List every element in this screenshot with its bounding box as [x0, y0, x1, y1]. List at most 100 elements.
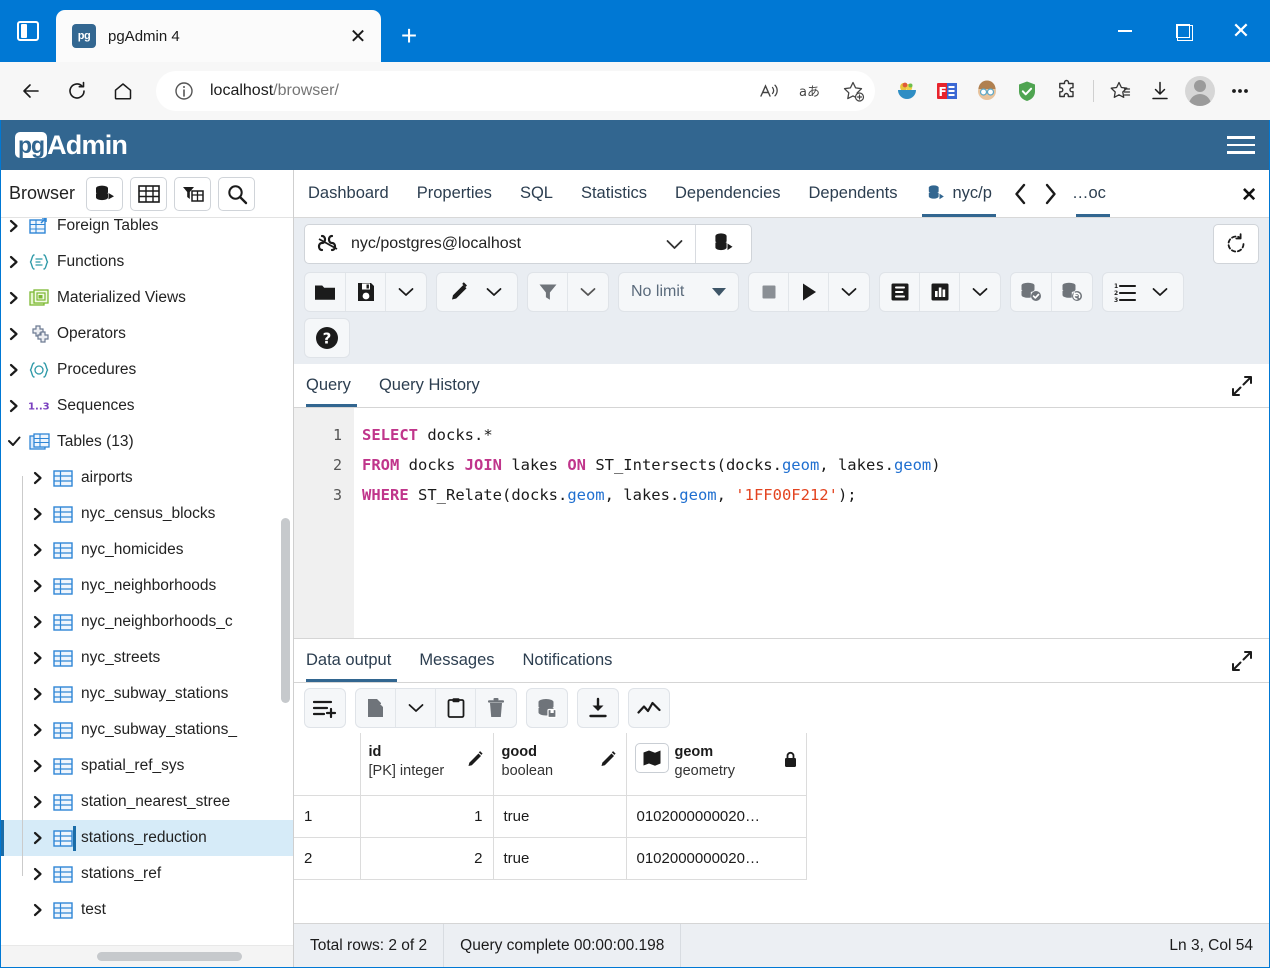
add-favorite-icon[interactable] [837, 75, 869, 107]
column-header-good[interactable]: good boolean [493, 733, 627, 796]
tree-item[interactable]: Procedures [1, 352, 293, 388]
cell-good[interactable]: true [493, 795, 627, 838]
tab-statistics[interactable]: Statistics [567, 170, 661, 217]
macros-list-icon[interactable]: 123 [1103, 273, 1143, 311]
download-icon[interactable] [578, 689, 618, 727]
translate-icon[interactable]: aあ [795, 75, 827, 107]
tab-sql[interactable]: SQL [506, 170, 567, 217]
chevron-right-icon[interactable] [31, 795, 45, 809]
browser-tab-close-icon[interactable]: ✕ [343, 21, 373, 51]
chevron-down-icon[interactable] [1143, 273, 1183, 311]
row-limit-select[interactable]: No limit [618, 272, 740, 312]
fruit-bowl-icon[interactable] [887, 71, 927, 111]
expand-panel-icon[interactable] [1231, 375, 1253, 397]
chevron-right-icon[interactable] [7, 255, 21, 269]
site-info-icon[interactable] [168, 75, 200, 107]
tree-item[interactable]: nyc_subway_stations_ [1, 712, 293, 748]
chevron-right-icon[interactable] [31, 687, 45, 701]
tree-item[interactable]: spatial_ref_sys [1, 748, 293, 784]
grid-icon[interactable] [130, 176, 168, 211]
connection-selector[interactable]: nyc/postgres@localhost [304, 224, 752, 264]
chevron-right-icon[interactable] [31, 903, 45, 917]
chevron-down-icon[interactable] [655, 239, 695, 250]
database-icon[interactable] [694, 225, 751, 263]
editor-tab-query[interactable]: Query [306, 364, 365, 407]
tree-item[interactable]: Materialized Views [1, 280, 293, 316]
new-tab-button[interactable]: + [389, 16, 429, 56]
cell-rownum[interactable]: 1 [294, 795, 361, 838]
chevron-right-icon[interactable] [7, 363, 21, 377]
graph-visualiser-icon[interactable] [629, 689, 669, 727]
chevron-right-icon[interactable] [31, 507, 45, 521]
pencil-icon[interactable] [600, 743, 618, 769]
home-button[interactable] [102, 70, 144, 112]
tabs-next-arrow[interactable] [1036, 170, 1066, 217]
chevron-right-icon[interactable] [31, 579, 45, 593]
search-icon[interactable] [218, 176, 256, 211]
tab-properties[interactable]: Properties [403, 170, 506, 217]
chevron-right-icon[interactable] [7, 399, 21, 413]
save-file-icon[interactable] [346, 273, 386, 311]
read-aloud-icon[interactable] [753, 75, 785, 107]
tree-item[interactable]: Operators [1, 316, 293, 352]
filter-grid-icon[interactable] [174, 176, 212, 211]
object-explorer-icon[interactable] [86, 176, 124, 211]
chevron-down-icon[interactable] [960, 273, 1000, 311]
tree-item[interactable]: airports [1, 460, 293, 496]
cell-id[interactable]: 1 [360, 795, 494, 838]
tree-item[interactable]: test [1, 892, 293, 928]
paste-icon[interactable] [436, 689, 476, 727]
refresh-icon[interactable] [1213, 224, 1259, 264]
tree-vertical-scrollbar[interactable] [281, 518, 290, 703]
expand-output-icon[interactable] [1231, 650, 1253, 672]
tree-item[interactable]: nyc_neighborhoods [1, 568, 293, 604]
cell-geom[interactable]: 0102000000020… [626, 837, 807, 880]
pencil-icon[interactable] [467, 743, 485, 769]
add-row-icon[interactable] [305, 689, 345, 727]
chevron-right-icon[interactable] [31, 615, 45, 629]
tree-horizontal-scrollbar[interactable] [1, 945, 293, 967]
tree-item[interactable]: Functions [1, 244, 293, 280]
reload-button[interactable] [56, 70, 98, 112]
chevron-down-icon[interactable] [396, 689, 436, 727]
column-header-geom[interactable]: geom geometry [626, 733, 807, 796]
chevron-right-icon[interactable] [7, 291, 21, 305]
chevron-right-icon[interactable] [31, 651, 45, 665]
chevron-right-icon[interactable] [7, 327, 21, 341]
f-logo-icon[interactable]: F [927, 71, 967, 111]
row-number-header[interactable] [294, 733, 361, 796]
downloads-icon[interactable] [1140, 71, 1180, 111]
tab-query-tool-nyc[interactable]: nyc/p [912, 170, 1006, 217]
cell-geom[interactable]: 0102000000020… [626, 795, 807, 838]
tab-actions-button[interactable] [0, 0, 56, 62]
cell-id[interactable]: 2 [360, 837, 494, 880]
tree-item[interactable]: 1..3 Sequences [1, 388, 293, 424]
tree-item[interactable]: nyc_subway_stations [1, 676, 293, 712]
column-header-id[interactable]: id [PK] integer [360, 733, 494, 796]
tree-item[interactable]: stations_ref [1, 856, 293, 892]
open-file-icon[interactable] [305, 273, 346, 311]
chevron-down-icon[interactable] [477, 273, 517, 311]
chevron-right-icon[interactable] [31, 759, 45, 773]
chevron-down-icon[interactable] [386, 273, 426, 311]
close-icon[interactable]: ✕ [1241, 184, 1257, 207]
stop-icon[interactable] [749, 273, 790, 311]
output-tab-notifications[interactable]: Notifications [509, 639, 627, 682]
help-question-icon[interactable]: ? [304, 318, 350, 358]
save-data-icon[interactable] [527, 689, 567, 727]
window-close-button[interactable]: ✕ [1212, 0, 1270, 62]
explain-analyze-icon[interactable] [920, 273, 961, 311]
delete-icon[interactable] [476, 689, 516, 727]
map-icon[interactable] [634, 743, 669, 773]
tree-item[interactable]: nyc_census_blocks [1, 496, 293, 532]
window-maximize-button[interactable] [1154, 0, 1212, 62]
settings-more-icon[interactable] [1220, 71, 1260, 111]
explain-icon[interactable] [880, 273, 921, 311]
editor-tab-query-history[interactable]: Query History [365, 364, 494, 407]
url-text[interactable]: localhost/browser/ [210, 82, 743, 100]
tree-item[interactable]: Foreign Tables [1, 218, 293, 244]
shield-check-icon[interactable] [1007, 71, 1047, 111]
chevron-down-icon[interactable] [829, 273, 869, 311]
sql-code[interactable]: SELECT docks.* FROM docks JOIN lakes ON S… [354, 408, 1269, 638]
edit-pencil-icon[interactable] [437, 273, 477, 311]
